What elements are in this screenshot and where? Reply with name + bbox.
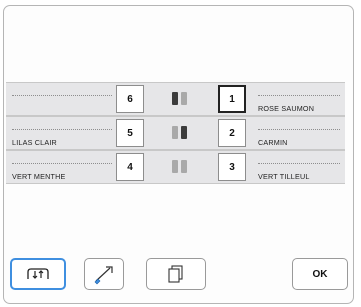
spool-left-icon	[172, 92, 178, 105]
thread-label-right: CARMIN	[258, 138, 288, 147]
thread-row-middle: LILAS CLAIR 5 2 CARMIN	[6, 116, 345, 150]
dotline	[258, 95, 340, 97]
thread-row-top: 6 1 ROSE SAUMON	[6, 82, 345, 116]
needle-button-4[interactable]: 4	[116, 153, 144, 181]
needle-number: 6	[127, 93, 133, 105]
needle-button-6[interactable]: 6	[116, 85, 144, 113]
needle-number: 4	[127, 161, 133, 173]
ok-button[interactable]: OK	[292, 258, 348, 290]
needle-number: 1	[229, 93, 235, 105]
thread-label-right: VERT TILLEUL	[258, 172, 310, 181]
thread-label-right: ROSE SAUMON	[258, 104, 315, 113]
dotline	[12, 129, 112, 131]
spool-right-icon	[181, 160, 187, 173]
copy-icon	[168, 265, 183, 283]
spool-right-icon	[181, 92, 187, 105]
thread-label-left: LILAS CLAIR	[12, 138, 57, 147]
needle-button-2[interactable]: 2	[218, 119, 246, 147]
thread-sort-icon	[27, 268, 49, 279]
thread-panel: 6 1 ROSE SAUMON LILAS CLAIR 5 2 CARMIN V…	[6, 82, 345, 184]
ok-button-label: OK	[312, 268, 328, 280]
thread-cutter-icon	[94, 266, 113, 285]
copy-button[interactable]	[146, 258, 206, 290]
needle-number: 2	[229, 127, 235, 139]
dotline	[258, 163, 340, 165]
needle-number: 5	[127, 127, 133, 139]
thread-row-bottom: VERT MENTHE 4 3 VERT TILLEUL	[6, 150, 345, 184]
spool-left-icon	[172, 160, 178, 173]
thread-cutter-button[interactable]	[84, 258, 124, 290]
needle-button-1[interactable]: 1	[218, 85, 246, 113]
dotline	[12, 95, 112, 97]
thread-label-left: VERT MENTHE	[12, 172, 66, 181]
needle-number: 3	[229, 161, 235, 173]
needle-button-5[interactable]: 5	[116, 119, 144, 147]
dotline	[12, 163, 112, 165]
dotline	[258, 129, 340, 131]
spool-left-icon	[172, 126, 178, 139]
needle-button-3[interactable]: 3	[218, 153, 246, 181]
spool-right-icon	[181, 126, 187, 139]
thread-sort-button[interactable]	[10, 258, 66, 290]
